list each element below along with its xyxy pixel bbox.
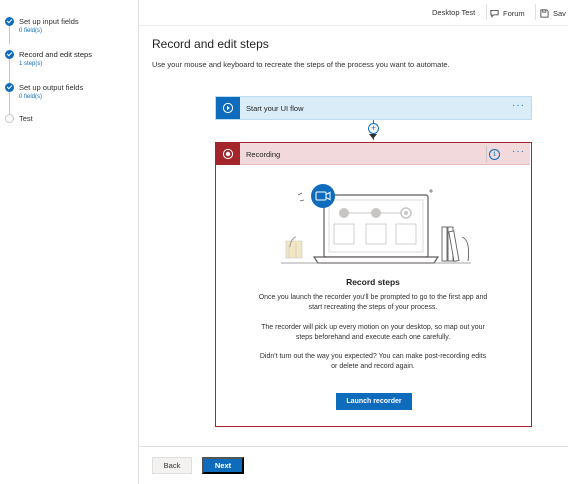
forum-label: Forum — [503, 8, 525, 18]
step-pending-icon — [5, 114, 14, 123]
more-options-icon[interactable]: ··· — [512, 100, 525, 111]
step-subtitle: 0 field(s) — [19, 28, 43, 34]
check-icon — [5, 17, 14, 26]
launch-recorder-button[interactable]: Launch recorder — [336, 393, 412, 410]
wizard-sidebar: Set up input fields 0 field(s) Record an… — [0, 0, 139, 484]
start-card-label: Start your UI flow — [246, 104, 304, 113]
step-output-fields[interactable]: Set up output fields 0 field(s) — [0, 81, 139, 111]
step-test[interactable]: Test — [0, 112, 139, 142]
step-title: Set up output fields — [19, 83, 84, 92]
save-label: Sav — [553, 8, 566, 18]
forum-icon — [490, 9, 499, 18]
page-title: Record and edit steps — [152, 37, 269, 51]
flow-name: Desktop Test — [432, 8, 476, 17]
recorder-illustration — [281, 184, 471, 264]
next-button[interactable]: Next — [202, 457, 244, 474]
add-step-icon[interactable]: + — [368, 123, 379, 134]
arrow-down-icon — [369, 134, 377, 139]
step-input-fields[interactable]: Set up input fields 0 field(s) — [0, 15, 139, 45]
recording-card: Recording i ··· Record steps Once you la… — [215, 142, 532, 427]
step-title: Test — [19, 114, 33, 123]
save-icon — [540, 8, 549, 18]
info-icon: i — [489, 148, 500, 160]
record-steps-heading: Record steps — [346, 277, 400, 287]
step-subtitle: 0 field(s) — [19, 94, 43, 100]
step-record-edit[interactable]: Record and edit steps 1 step(s) — [0, 48, 139, 78]
recording-label: Recording — [246, 150, 281, 159]
recording-header[interactable]: Recording i ··· — [216, 143, 530, 165]
check-icon — [5, 83, 14, 92]
record-icon — [216, 143, 240, 165]
divider — [535, 4, 536, 20]
record-instructions-2: The recorder will pick up every motion o… — [261, 324, 485, 341]
info-button[interactable]: i — [486, 146, 502, 162]
forum-button[interactable]: Forum — [490, 6, 525, 20]
step-title: Set up input fields — [19, 17, 79, 26]
step-subtitle: 1 step(s) — [19, 61, 43, 67]
page-subtitle: Use your mouse and keyboard to recreate … — [152, 60, 450, 69]
save-button[interactable]: Sav — [540, 6, 566, 20]
record-instructions-1: Once you launch the recorder you'll be p… — [258, 294, 488, 311]
back-button[interactable]: Back — [152, 457, 192, 474]
more-options-icon[interactable]: ··· — [512, 146, 525, 157]
step-title: Record and edit steps — [19, 50, 92, 59]
start-ui-flow-card[interactable]: Start your UI flow ··· — [215, 96, 532, 120]
divider — [486, 4, 487, 20]
check-icon — [5, 50, 14, 59]
flow-start-icon — [216, 97, 240, 119]
record-instructions-3: Didn't turn out the way you expected? Yo… — [259, 353, 487, 370]
